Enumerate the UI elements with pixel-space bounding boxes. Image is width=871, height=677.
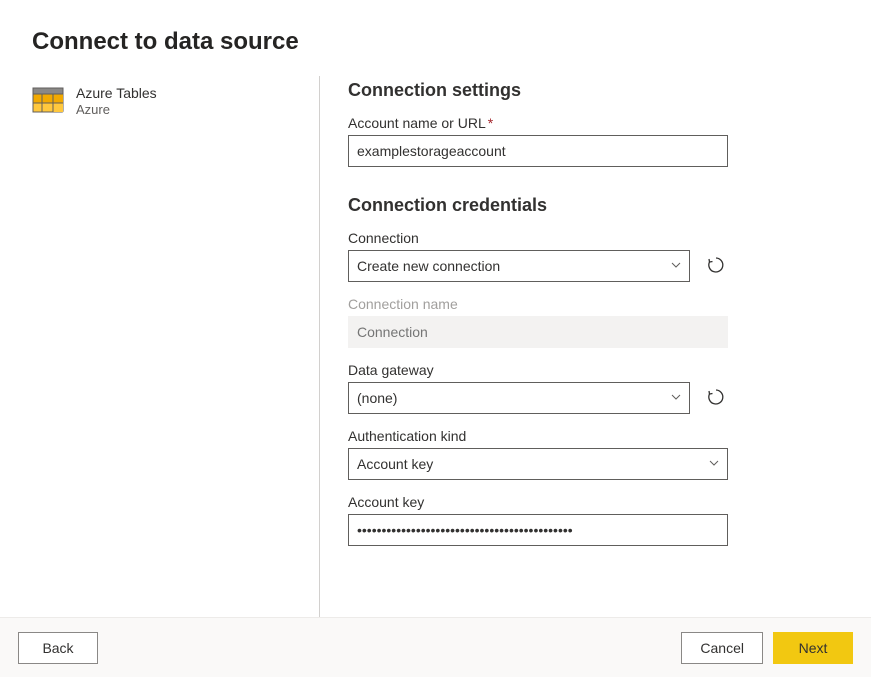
source-provider: Azure (76, 102, 157, 119)
settings-heading: Connection settings (348, 80, 839, 101)
cancel-button[interactable]: Cancel (681, 632, 763, 664)
page-title: Connect to data source (32, 28, 839, 56)
account-key-label: Account key (348, 494, 728, 510)
required-marker: * (488, 115, 493, 131)
azure-tables-icon (32, 84, 64, 116)
connection-name-input (348, 316, 728, 348)
connection-select[interactable]: Create new connection (348, 250, 690, 282)
refresh-connection-button[interactable] (704, 254, 728, 278)
account-key-input[interactable] (348, 514, 728, 546)
account-name-label: Account name or URL* (348, 115, 728, 131)
back-button[interactable]: Back (18, 632, 98, 664)
auth-kind-label: Authentication kind (348, 428, 728, 444)
credentials-heading: Connection credentials (348, 195, 839, 216)
refresh-icon (707, 256, 725, 277)
connection-label: Connection (348, 230, 728, 246)
auth-kind-select[interactable]: Account key (348, 448, 728, 480)
source-panel: Azure Tables Azure (32, 76, 320, 617)
account-name-input[interactable] (348, 135, 728, 167)
footer-bar: Back Cancel Next (0, 617, 871, 677)
data-gateway-select[interactable]: (none) (348, 382, 690, 414)
refresh-gateway-button[interactable] (704, 386, 728, 410)
next-button[interactable]: Next (773, 632, 853, 664)
source-name: Azure Tables (76, 84, 157, 102)
data-gateway-label: Data gateway (348, 362, 728, 378)
connection-name-label: Connection name (348, 296, 728, 312)
refresh-icon (707, 388, 725, 409)
